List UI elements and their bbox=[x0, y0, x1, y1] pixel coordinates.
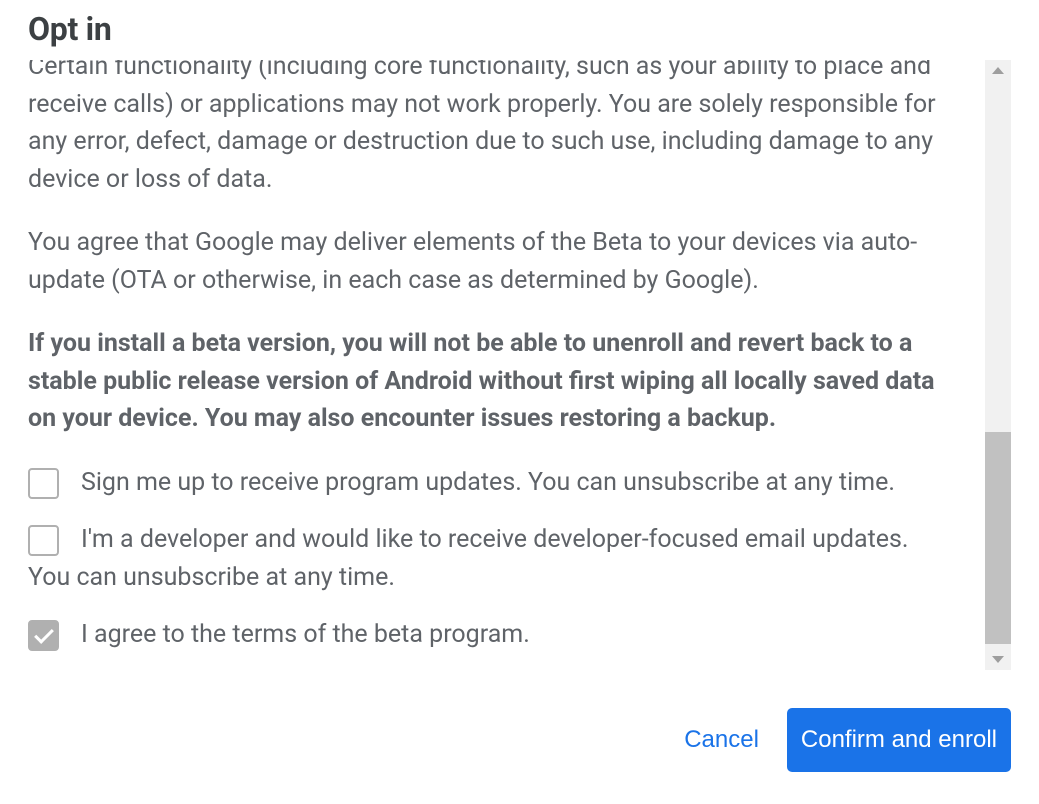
checkbox-agree[interactable] bbox=[28, 620, 59, 651]
terms-paragraph-warning: If you install a beta version, you will … bbox=[28, 325, 955, 438]
scroll-down-icon[interactable] bbox=[992, 656, 1004, 663]
checkbox-developer-label: I'm a developer and would like to receiv… bbox=[28, 525, 909, 592]
content-wrapper: Certain functionality (including core fu… bbox=[28, 60, 1011, 670]
scrollbar-thumb[interactable] bbox=[985, 432, 1011, 644]
checkbox-updates[interactable] bbox=[28, 468, 59, 499]
scroll-up-icon[interactable] bbox=[992, 67, 1004, 74]
terms-paragraph-risk: Certain functionality (including core fu… bbox=[28, 60, 955, 198]
terms-paragraph-ota: You agree that Google may deliver elemen… bbox=[28, 224, 955, 299]
opt-in-dialog: Opt in Certain functionality (including … bbox=[0, 0, 1039, 804]
dialog-actions: Cancel Confirm and enroll bbox=[28, 670, 1011, 792]
checkbox-row-developer: I'm a developer and would like to receiv… bbox=[28, 521, 955, 596]
checkbox-row-agree: I agree to the terms of the beta program… bbox=[28, 616, 955, 654]
dialog-title: Opt in bbox=[28, 10, 1011, 48]
checkbox-developer[interactable] bbox=[28, 525, 59, 556]
terms-content[interactable]: Certain functionality (including core fu… bbox=[28, 60, 985, 670]
cancel-button[interactable]: Cancel bbox=[684, 716, 759, 764]
checkbox-updates-label: Sign me up to receive program updates. Y… bbox=[81, 468, 895, 497]
checkbox-row-updates: Sign me up to receive program updates. Y… bbox=[28, 464, 955, 502]
checkbox-agree-label: I agree to the terms of the beta program… bbox=[81, 620, 530, 649]
scrollbar-track[interactable] bbox=[985, 60, 1011, 670]
confirm-enroll-button[interactable]: Confirm and enroll bbox=[787, 708, 1011, 772]
